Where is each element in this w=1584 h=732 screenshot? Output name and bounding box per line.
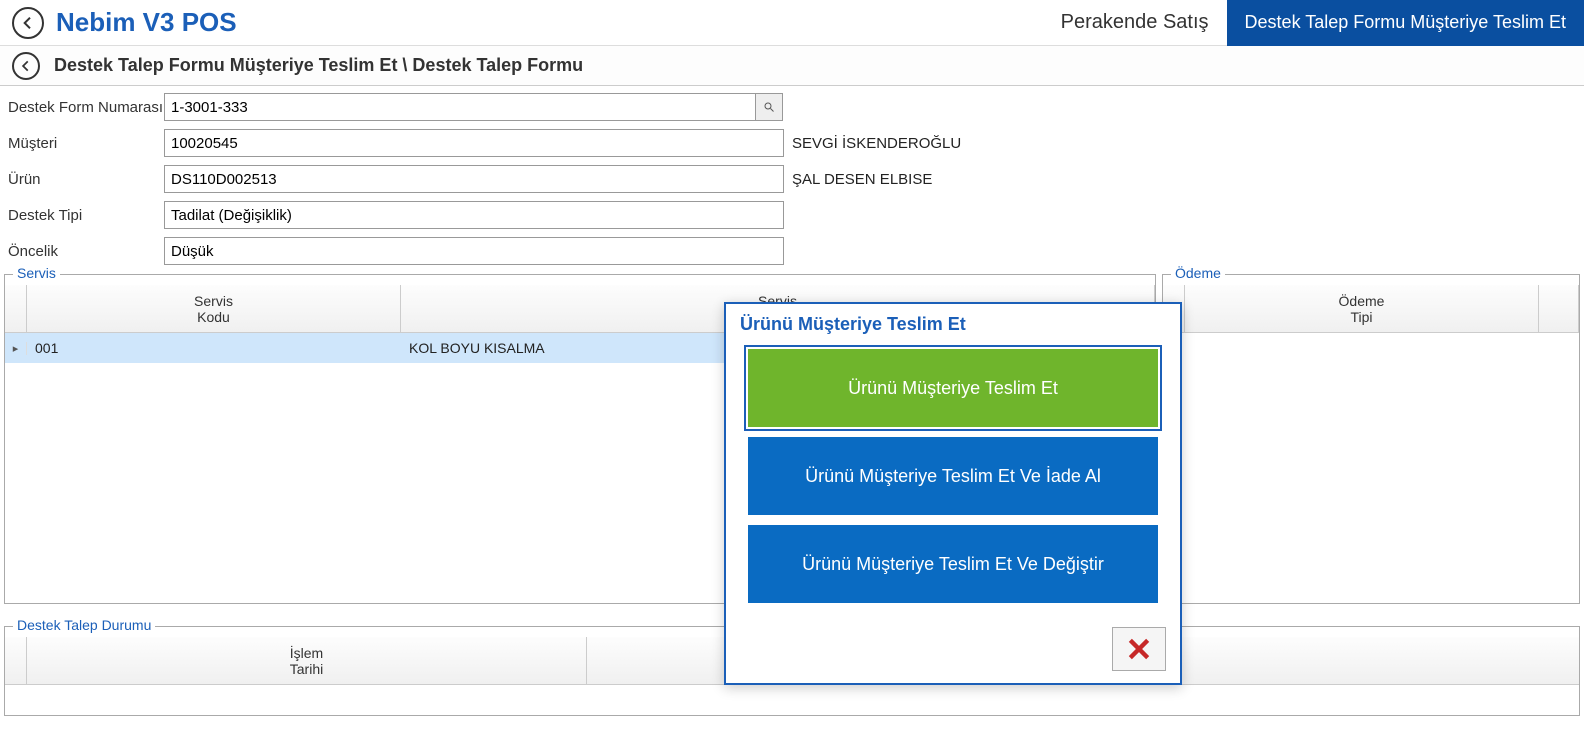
header-context-label[interactable]: Perakende Satış — [1043, 0, 1227, 46]
product-input[interactable] — [164, 165, 784, 193]
search-icon — [763, 101, 775, 113]
dialog-close-button[interactable] — [1112, 627, 1166, 671]
label-form-no: Destek Form Numarası — [4, 99, 164, 116]
row-indicator-icon: ▸ — [5, 342, 27, 355]
status-legend: Destek Talep Durumu — [13, 617, 155, 633]
arrow-left-icon — [19, 59, 33, 73]
label-priority: Öncelik — [4, 243, 164, 260]
odeme-header-type[interactable]: Ödeme Tipi — [1185, 285, 1539, 332]
customer-name-readout: SEVGİ İSKENDEROĞLU — [784, 135, 961, 152]
deliver-exchange-button[interactable]: Ürünü Müşteriye Teslim Et Ve Değiştir — [748, 525, 1158, 603]
deliver-button[interactable]: Ürünü Müşteriye Teslim Et — [748, 349, 1158, 427]
close-icon — [1126, 636, 1152, 662]
status-header-indicator — [5, 637, 27, 684]
header-active-task[interactable]: Destek Talep Formu Müşteriye Teslim Et — [1227, 0, 1584, 46]
app-title: Nebim V3 POS — [56, 7, 237, 38]
servis-legend: Servis — [13, 265, 60, 281]
servis-header-indicator — [5, 285, 27, 332]
customer-input[interactable] — [164, 129, 784, 157]
priority-input[interactable] — [164, 237, 784, 265]
deliver-return-button[interactable]: Ürünü Müşteriye Teslim Et Ve İade Al — [748, 437, 1158, 515]
arrow-left-icon — [20, 15, 36, 31]
breadcrumb-back-button[interactable] — [12, 52, 40, 80]
odeme-header-spacer — [1539, 285, 1579, 332]
label-support-type: Destek Tipi — [4, 207, 164, 224]
label-customer: Müşteri — [4, 135, 164, 152]
servis-header-code[interactable]: Servis Kodu — [27, 285, 401, 332]
breadcrumb: Destek Talep Formu Müşteriye Teslim Et \… — [54, 55, 583, 76]
odeme-panel: Ödeme Ödeme Tipi — [1162, 274, 1580, 604]
odeme-legend: Ödeme — [1171, 265, 1225, 281]
dialog-title: Ürünü Müşteriye Teslim Et — [726, 304, 1180, 341]
product-name-readout: ŞAL DESEN ELBISE — [784, 171, 932, 188]
status-header-date[interactable]: İşlem Tarihi — [27, 637, 587, 684]
label-product: Ürün — [4, 171, 164, 188]
deliver-dialog: Ürünü Müşteriye Teslim Et Ürünü Müşteriy… — [724, 302, 1182, 685]
support-type-input[interactable] — [164, 201, 784, 229]
servis-cell-code: 001 — [27, 336, 401, 360]
back-button[interactable] — [12, 7, 44, 39]
form-no-input[interactable] — [164, 93, 756, 121]
form-no-search-button[interactable] — [755, 93, 783, 121]
